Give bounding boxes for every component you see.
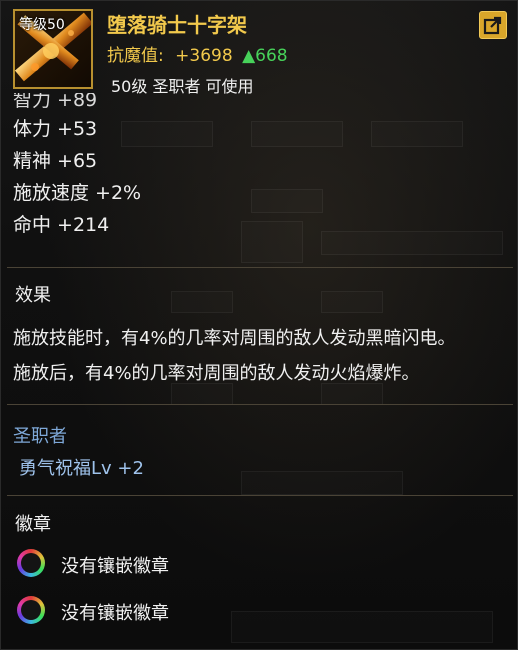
class-bonus-title: 圣职者 xyxy=(13,426,67,447)
item-tooltip: 等级50 堕落骑士十字架 抗魔值: +3698 ▲668 50级 圣职者 可使用… xyxy=(0,0,518,650)
item-name: 堕落骑士十字架 xyxy=(107,13,247,37)
item-icon-frame: 等级50 xyxy=(13,9,93,89)
badge-slot-label: 没有镶嵌徽章 xyxy=(61,556,169,577)
class-bonus-skill: 勇气祝福Lv +2 xyxy=(19,458,144,479)
badge-slot-icon xyxy=(17,596,45,624)
effect-title: 效果 xyxy=(15,285,51,306)
magic-resist-label: 抗魔值: xyxy=(107,46,164,66)
divider xyxy=(7,404,513,405)
stat-list: 智力 +89 体力 +53 精神 +65 施放速度 +2% 命中 +214 xyxy=(13,93,433,241)
background-ghost xyxy=(171,383,233,405)
badge-slot-icon xyxy=(17,549,45,577)
share-button[interactable] xyxy=(479,11,507,39)
divider xyxy=(7,495,513,496)
divider xyxy=(7,267,513,268)
up-arrow-icon: ▲ xyxy=(242,46,256,66)
magic-resist-up: 668 xyxy=(255,46,288,66)
background-ghost xyxy=(231,611,493,643)
badge-slot-label: 没有镶嵌徽章 xyxy=(61,603,169,624)
stat-intelligence: 智力 +89 xyxy=(13,93,98,111)
stat-cast-speed: 施放速度 +2% xyxy=(13,182,142,204)
background-ghost xyxy=(321,383,383,405)
tooltip-header: 等级50 堕落骑士十字架 抗魔值: +3698 ▲668 50级 圣职者 可使用 xyxy=(1,1,518,101)
stat-vitality: 体力 +53 xyxy=(13,118,98,140)
badge-title: 徽章 xyxy=(15,514,51,535)
magic-resist-value: +3698 xyxy=(175,46,233,66)
background-ghost xyxy=(171,291,233,313)
background-ghost xyxy=(321,291,383,313)
background-ghost xyxy=(241,471,403,495)
stat-hit-rate: 命中 +214 xyxy=(13,214,110,236)
stat-spirit: 精神 +65 xyxy=(13,150,98,172)
magic-resist-line: 抗魔值: +3698 ▲668 xyxy=(107,41,288,66)
effect-line: 施放后，有4%的几率对周围的敌人发动火焰爆炸。 xyxy=(13,363,420,384)
share-icon xyxy=(483,16,502,35)
item-level-tag: 等级50 xyxy=(19,17,65,33)
effect-line: 施放技能时，有4%的几率对周围的敌人发动黑暗闪电。 xyxy=(13,328,456,349)
